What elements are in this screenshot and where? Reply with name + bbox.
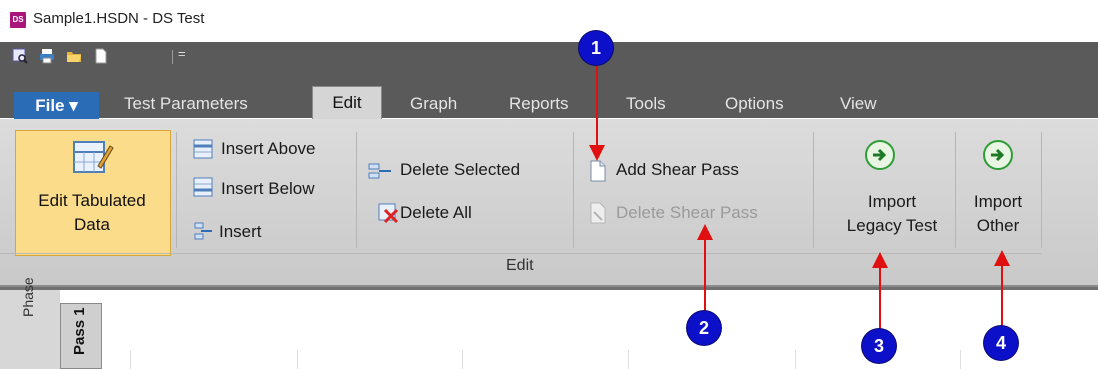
annotation-badge-1: 1	[579, 31, 613, 65]
annotation-badge-4: 4	[984, 326, 1018, 360]
annotation-badge-3: 3	[862, 329, 896, 363]
annotation-badge-2: 2	[687, 311, 721, 345]
annotation-arrows	[589, 64, 1010, 330]
